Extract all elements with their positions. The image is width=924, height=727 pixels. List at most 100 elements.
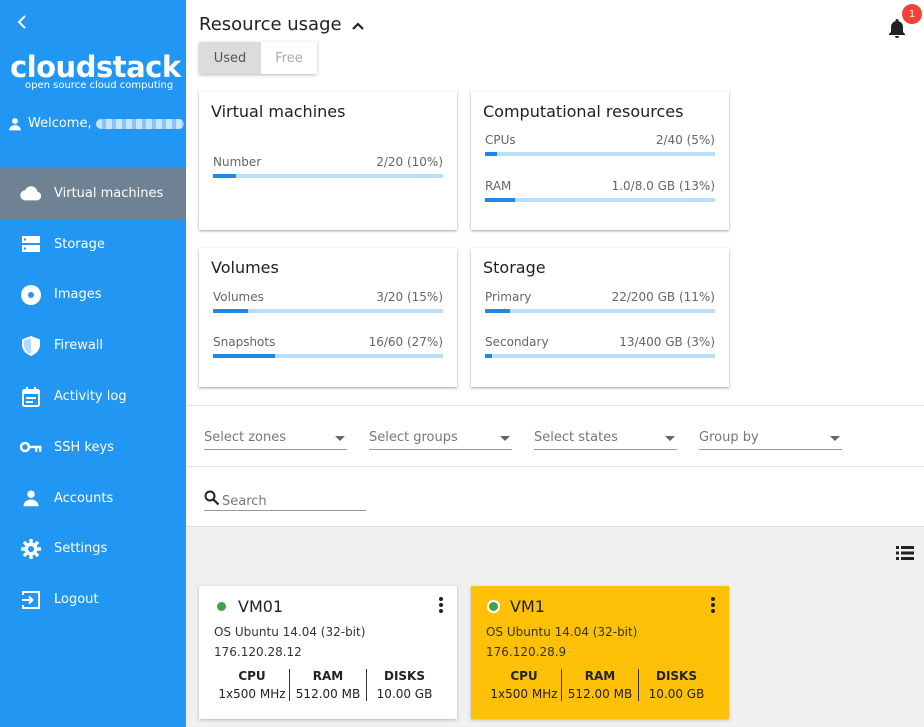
sidebar-item-storage[interactable]: Storage: [0, 219, 186, 270]
metric-label: Volumes: [213, 290, 264, 304]
chevron-up-icon[interactable]: [351, 14, 364, 35]
select-zones-label: Select zones: [204, 429, 287, 445]
sidebar-item-logout[interactable]: Logout: [0, 574, 186, 625]
sidebar-item-label: Storage: [54, 236, 105, 252]
vm-card[interactable]: VM1 OS Ubuntu 14.04 (32-bit) 176.120.28.…: [471, 586, 729, 719]
metric-volumes: Volumes 3/20 (15%): [213, 290, 443, 313]
metric-label: CPUs: [485, 133, 516, 147]
metric-number: Number 2/20 (10%): [213, 155, 443, 178]
vm-name: VM01: [238, 597, 284, 616]
sidebar: cloudstack open source cloud computing W…: [0, 0, 186, 727]
select-states-label: Select states: [534, 429, 618, 445]
sidebar-item-images[interactable]: Images: [0, 270, 186, 321]
calendar-icon: [20, 386, 42, 408]
card-title: Volumes: [211, 258, 279, 277]
more-vert-icon[interactable]: [439, 597, 443, 617]
vm-card[interactable]: VM01 OS Ubuntu 14.04 (32-bit) 176.120.28…: [199, 586, 457, 719]
metric-value: 13/400 GB (3%): [619, 335, 715, 349]
select-groups-label: Select groups: [369, 429, 458, 445]
sidebar-item-ssh-keys[interactable]: SSH keys: [0, 422, 186, 473]
key-icon: [20, 436, 42, 458]
sidebar-item-virtual-machines[interactable]: Virtual machines: [0, 168, 186, 219]
gear-icon: [20, 538, 42, 560]
usage-bar-fill: [213, 354, 276, 358]
card-title: Computational resources: [483, 102, 684, 121]
vm-ram: RAM 512.00 MB: [561, 669, 638, 701]
divider: [186, 466, 924, 467]
metric-value: 22/200 GB (11%): [611, 290, 715, 304]
sidebar-item-label: Activity log: [54, 389, 127, 405]
card-title: Storage: [483, 258, 546, 277]
vm-name-row: VM01: [217, 597, 283, 616]
sidebar-item-label: SSH keys: [54, 439, 114, 455]
select-states-dropdown[interactable]: Select states: [534, 425, 677, 450]
welcome-text: Welcome,: [28, 116, 92, 131]
metric-label: RAM: [485, 179, 512, 193]
stat-value: 512.00 MB: [567, 687, 633, 701]
vm-ip: 176.120.28.12: [214, 645, 302, 659]
sidebar-item-accounts[interactable]: Accounts: [0, 473, 186, 524]
metric-value: 2/40 (5%): [655, 133, 715, 147]
usage-bar: [213, 354, 443, 358]
computational-resources-card: Computational resources CPUs 2/40 (5%) RA…: [471, 92, 729, 230]
person-icon: [8, 117, 22, 131]
vm-disks: DISKS 10.00 GB: [638, 669, 714, 701]
metric-snapshots: Snapshots 16/60 (27%): [213, 335, 443, 358]
card-title: Virtual machines: [211, 102, 346, 121]
sidebar-item-firewall[interactable]: Firewall: [0, 320, 186, 371]
search-input[interactable]: Search: [204, 486, 366, 511]
list-view-icon[interactable]: [896, 545, 914, 564]
back-arrow-icon[interactable]: [12, 12, 32, 32]
welcome-message: Welcome,: [8, 116, 184, 131]
disc-icon: [20, 284, 42, 306]
vm-os: OS Ubuntu 14.04 (32-bit): [214, 625, 366, 639]
vm-cpu: CPU 1x500 MHz: [215, 669, 289, 701]
group-by-dropdown[interactable]: Group by: [699, 425, 842, 450]
metric-cpus: CPUs 2/40 (5%): [485, 133, 715, 156]
stat-label: RAM: [312, 669, 344, 683]
more-vert-icon[interactable]: [711, 597, 715, 617]
filter-bar: Select zones Select groups Select states…: [204, 425, 842, 450]
stat-label: CPU: [510, 669, 538, 683]
stat-value: 1x500 MHz: [218, 687, 286, 701]
status-indicator: [489, 602, 498, 611]
vm-stats: CPU 1x500 MHz RAM 512.00 MB DISKS 10.00 GB: [215, 669, 442, 701]
sidebar-item-label: Logout: [54, 592, 99, 608]
metric-value: 16/60 (27%): [368, 335, 443, 349]
usage-bar-fill: [213, 309, 248, 313]
usage-bar-fill: [485, 309, 511, 313]
usage-bar-fill: [485, 198, 515, 202]
stat-label: DISKS: [383, 669, 425, 683]
search-icon: [204, 490, 220, 506]
metric-value: 3/20 (15%): [376, 290, 443, 304]
username-redacted: [95, 118, 184, 129]
vm-name-row: VM1: [489, 597, 545, 616]
used-toggle-button[interactable]: Used: [199, 42, 261, 74]
metric-label: Number: [213, 155, 262, 169]
cloud-icon: [20, 182, 42, 204]
dropdown-arrow-icon: [665, 430, 675, 445]
metric-label: Primary: [485, 290, 532, 304]
metric-secondary: Secondary 13/400 GB (3%): [485, 335, 715, 358]
sidebar-item-activity-log[interactable]: Activity log: [0, 371, 186, 422]
page-title: Resource usage: [199, 14, 342, 35]
shield-icon: [20, 335, 42, 357]
vm-ram: RAM 512.00 MB: [289, 669, 366, 701]
usage-bar-fill: [485, 152, 497, 156]
select-zones-dropdown[interactable]: Select zones: [204, 425, 347, 450]
select-groups-dropdown[interactable]: Select groups: [369, 425, 512, 450]
vm-cpu: CPU 1x500 MHz: [487, 669, 561, 701]
stat-value: 1x500 MHz: [490, 687, 558, 701]
sidebar-item-settings[interactable]: Settings: [0, 524, 186, 575]
usage-bar: [485, 152, 715, 156]
metric-label: Snapshots: [213, 335, 276, 349]
resource-usage-header[interactable]: Resource usage: [199, 14, 364, 35]
sidebar-item-label: Images: [54, 287, 102, 303]
cloudstack-logo: cloudstack: [10, 50, 181, 84]
vm-ip: 176.120.28.9: [486, 645, 567, 659]
metric-primary: Primary 22/200 GB (11%): [485, 290, 715, 313]
stat-label: CPU: [238, 669, 266, 683]
status-indicator: [217, 602, 226, 611]
free-toggle-button[interactable]: Free: [261, 42, 317, 74]
dropdown-arrow-icon: [335, 430, 345, 445]
